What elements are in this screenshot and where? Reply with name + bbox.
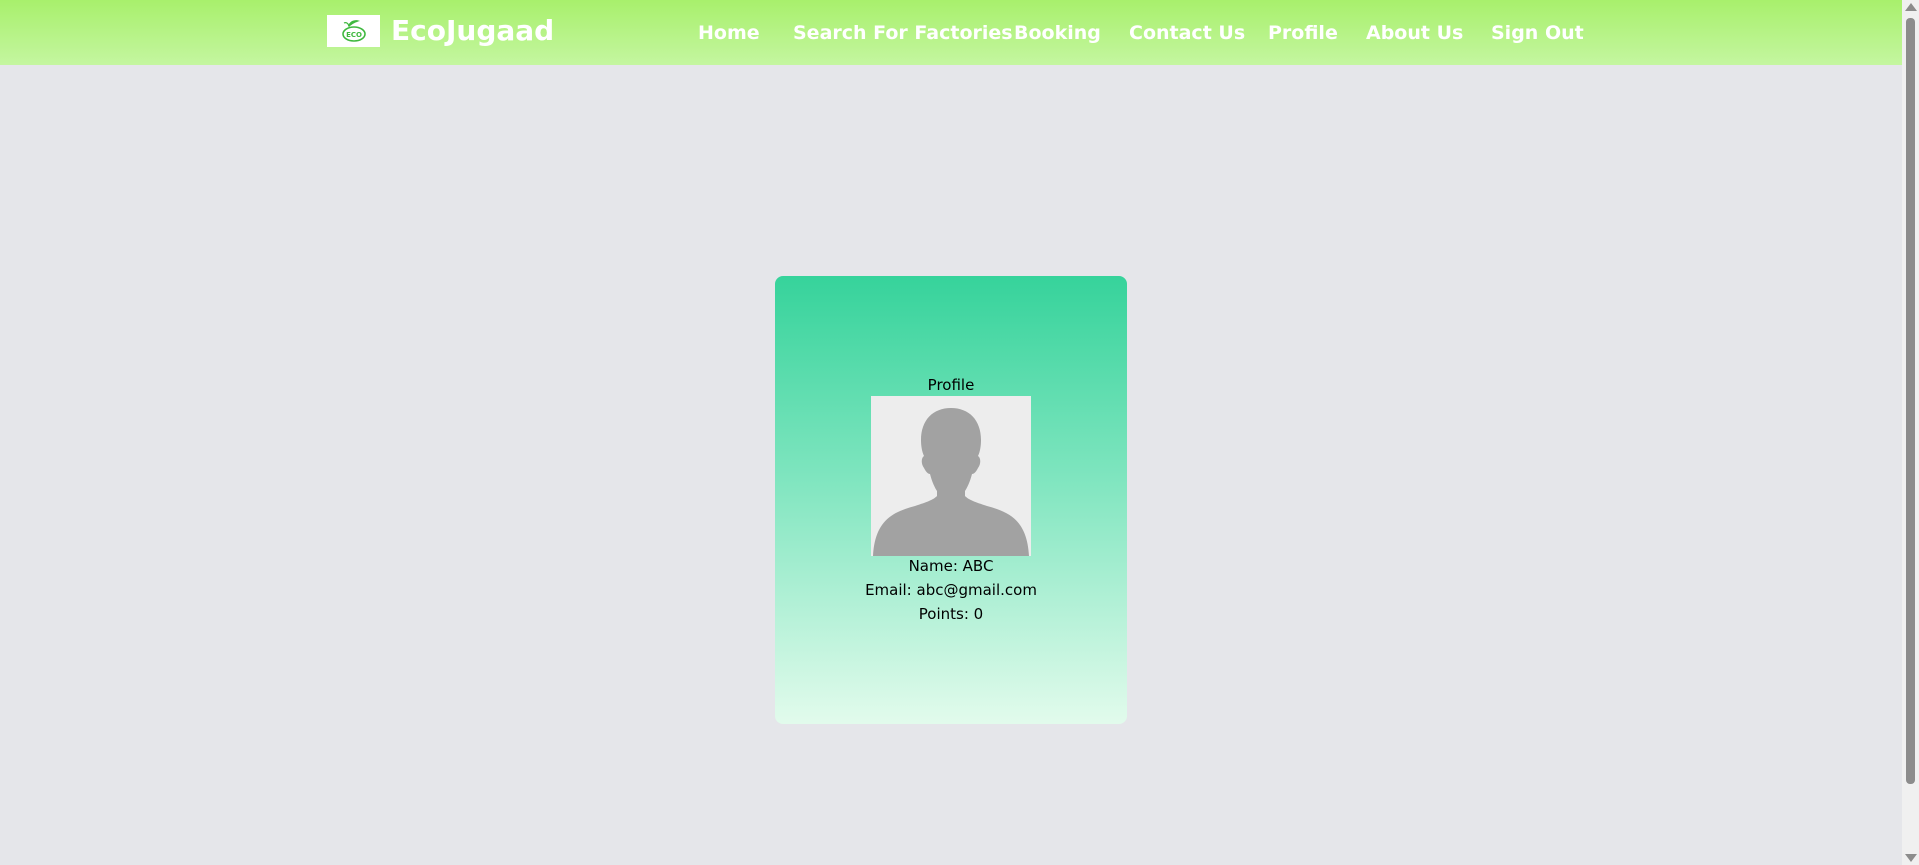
nav-contact-us[interactable]: Contact Us — [1129, 20, 1245, 46]
scroll-thumb[interactable] — [1906, 18, 1915, 784]
person-silhouette-icon — [871, 396, 1031, 556]
nav-search-for-factories[interactable]: Search For Factories — [793, 20, 1013, 46]
nav-links: Home Search For Factories Booking Contac… — [0, 20, 1902, 46]
nav-profile[interactable]: Profile — [1268, 20, 1338, 46]
nav-home[interactable]: Home — [698, 20, 760, 46]
vertical-scrollbar[interactable] — [1902, 0, 1919, 865]
avatar — [871, 396, 1031, 556]
nav-sign-out[interactable]: Sign Out — [1491, 20, 1584, 46]
top-navbar: ECO EcoJugaad Home Search For Factories … — [0, 0, 1902, 65]
nav-about-us[interactable]: About Us — [1366, 20, 1463, 46]
profile-name: Name: ABC — [908, 557, 994, 575]
scroll-up-icon[interactable] — [1905, 3, 1917, 11]
profile-email: Email: abc@gmail.com — [865, 581, 1037, 599]
profile-points: Points: 0 — [918, 605, 984, 623]
profile-card: Profile Name: ABC Email: abc@gmail.com P… — [775, 276, 1127, 724]
nav-booking[interactable]: Booking — [1014, 20, 1101, 46]
scroll-down-icon[interactable] — [1905, 854, 1917, 862]
profile-title: Profile — [927, 376, 975, 394]
